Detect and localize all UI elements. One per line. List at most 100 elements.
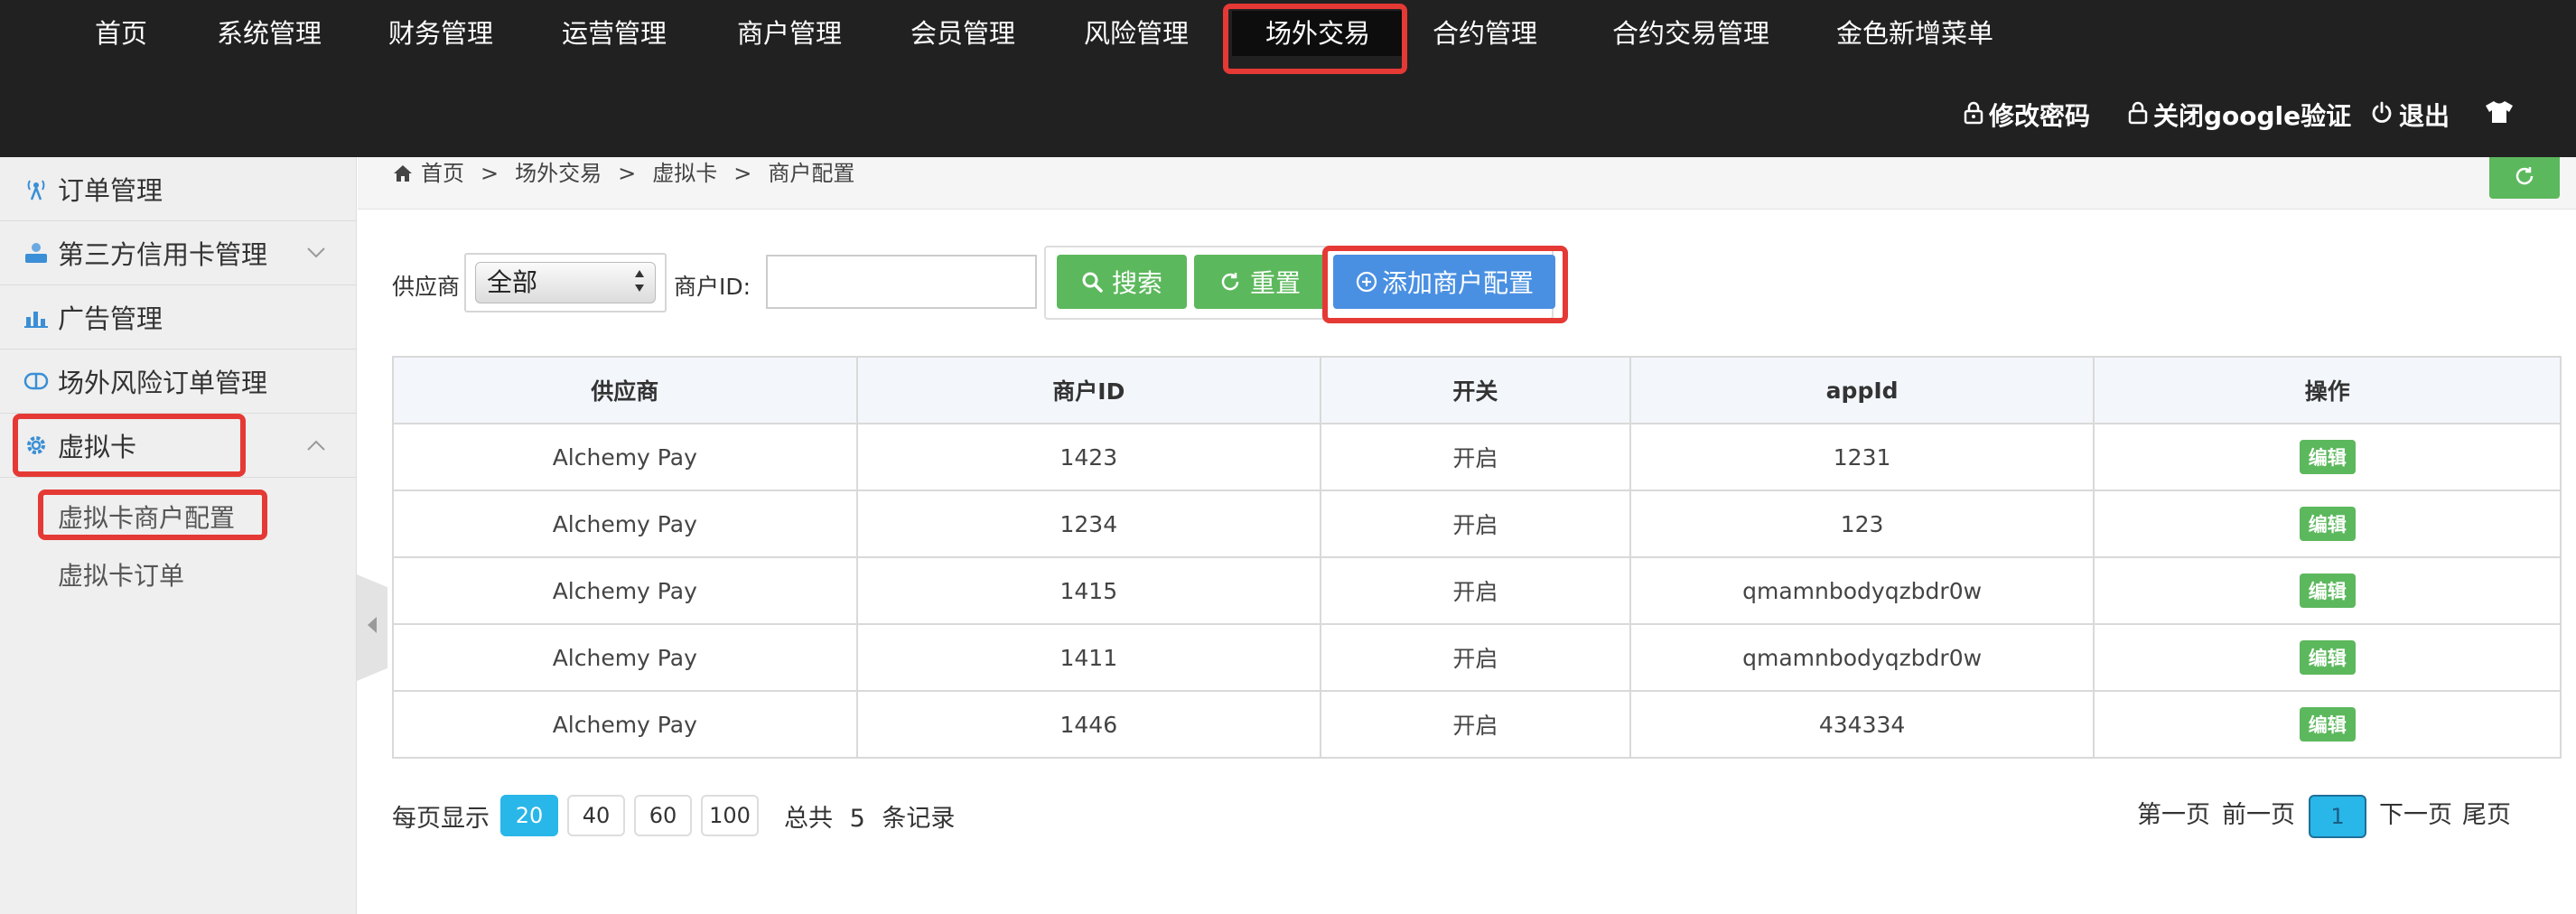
power-icon: [2370, 94, 2394, 139]
sidebar-item-label: 第三方信用卡管理: [58, 239, 268, 270]
sidebar-item-label: 场外风险订单管理: [58, 368, 268, 398]
chevron-down-icon: [306, 242, 326, 265]
per-page-option-20[interactable]: 20: [500, 795, 558, 836]
per-page-option-40[interactable]: 40: [567, 795, 625, 836]
sidebar-item-label: 订单管理: [58, 175, 163, 206]
cell-appid: qmamnbodyqzbdr0w: [1629, 623, 2095, 692]
table-header-row: 供应商 商户ID 开关 appId 操作: [392, 356, 2562, 424]
column-header-actions: 操作: [2093, 356, 2562, 424]
current-page[interactable]: 1: [2309, 795, 2366, 838]
add-merchant-config-button[interactable]: 添加商户配置: [1333, 255, 1555, 309]
menu-item-operation[interactable]: 运营管理: [556, 11, 672, 56]
menu-item-system[interactable]: 系统管理: [211, 11, 327, 56]
table-row: Alchemy Pay 1411 开启 qmamnbodyqzbdr0w 编辑: [392, 623, 2562, 692]
search-icon: [1081, 271, 1103, 293]
prev-page-link[interactable]: 前一页: [2222, 795, 2295, 836]
cell-appid: qmamnbodyqzbdr0w: [1629, 556, 2095, 625]
last-page-link[interactable]: 尾页: [2462, 795, 2511, 836]
updown-arrow-icon: [633, 263, 646, 304]
edit-button[interactable]: 编辑: [2299, 574, 2356, 608]
cell-supplier: Alchemy Pay: [392, 623, 858, 692]
add-button-label: 添加商户配置: [1381, 268, 1534, 298]
theme-button[interactable]: [2484, 94, 2520, 139]
cell-actions: 编辑: [2093, 423, 2562, 491]
breadcrumb-separator: >: [481, 161, 499, 186]
cell-merchant-id: 1234: [855, 490, 1322, 558]
plus-circle-icon: [1355, 270, 1378, 294]
supplier-select-wrapper: 全部: [464, 253, 667, 312]
menu-item-risk[interactable]: 风险管理: [1078, 11, 1194, 56]
menu-item-finance[interactable]: 财务管理: [383, 11, 499, 56]
edit-button[interactable]: 编辑: [2299, 707, 2356, 741]
sidebar-item-virtual-card[interactable]: 虚拟卡: [0, 414, 357, 478]
search-button-label: 搜索: [1111, 268, 1162, 298]
first-page-link[interactable]: 第一页: [2137, 795, 2210, 836]
cell-merchant-id: 1415: [855, 556, 1322, 625]
top-navbar: 首页 系统管理 财务管理 运营管理 商户管理 会员管理 风险管理 场外交易 合约…: [0, 0, 2576, 157]
change-password-link[interactable]: 修改密码: [1964, 94, 2090, 139]
edit-button[interactable]: 编辑: [2299, 640, 2356, 675]
menu-item-merchant[interactable]: 商户管理: [732, 11, 847, 56]
refresh-button[interactable]: [2489, 157, 2560, 199]
sidebar: 订单管理 第三方信用卡管理 广告管理 场外风险订单管理 虚拟卡 虚拟卡商户配置 …: [0, 157, 357, 914]
total-suffix: 条记录: [882, 805, 956, 833]
cell-actions: 编辑: [2093, 623, 2562, 692]
card-stack-icon: [23, 240, 49, 266]
supplier-select-value: 全部: [487, 267, 538, 297]
table-row: Alchemy Pay 1234 开启 123 编辑: [392, 490, 2562, 558]
cell-switch: 开启: [1320, 690, 1631, 759]
breadcrumb-bar: 首页 > 场外交易 > 虚拟卡 > 商户配置: [358, 157, 2576, 210]
cell-actions: 编辑: [2093, 490, 2562, 558]
edit-button[interactable]: 编辑: [2299, 440, 2356, 474]
breadcrumb-home[interactable]: 首页: [421, 157, 464, 190]
edit-button[interactable]: 编辑: [2299, 507, 2356, 541]
home-icon: [392, 163, 414, 183]
cell-supplier: Alchemy Pay: [392, 556, 858, 625]
sidebar-sub-virtual-card-orders[interactable]: 虚拟卡订单: [58, 556, 184, 592]
chevron-left-icon: [366, 614, 378, 641]
column-header-appid: appId: [1629, 356, 2095, 424]
cell-actions: 编辑: [2093, 556, 2562, 625]
menu-item-contract-trade[interactable]: 合约交易管理: [1604, 11, 1778, 56]
menu-item-home[interactable]: 首页: [76, 11, 166, 56]
column-header-merchant-id: 商户ID: [855, 356, 1322, 424]
sidebar-item-otc-risk-orders[interactable]: 场外风险订单管理: [0, 350, 357, 414]
sidebar-item-label: 虚拟卡: [58, 432, 137, 462]
merchant-config-table: 供应商 商户ID 开关 appId 操作 Alchemy Pay 1423 开启…: [392, 356, 2562, 759]
menu-item-member[interactable]: 会员管理: [905, 11, 1021, 56]
search-button[interactable]: 搜索: [1057, 255, 1187, 309]
menu-item-contract[interactable]: 合约管理: [1427, 11, 1543, 56]
cell-actions: 编辑: [2093, 690, 2562, 759]
breadcrumb-current: 商户配置: [768, 161, 855, 186]
logout-link[interactable]: 退出: [2370, 94, 2450, 139]
sidebar-collapse-toggle[interactable]: [357, 574, 387, 681]
per-page-option-60[interactable]: 60: [634, 795, 692, 836]
menu-item-otc[interactable]: 场外交易: [1232, 11, 1404, 56]
sidebar-item-ads[interactable]: 广告管理: [0, 285, 357, 350]
cell-switch: 开启: [1320, 623, 1631, 692]
sidebar-item-third-party-card[interactable]: 第三方信用卡管理: [0, 221, 357, 285]
antenna-icon: [23, 176, 49, 201]
column-header-supplier: 供应商: [392, 356, 858, 424]
menu-item-gold-new[interactable]: 金色新增菜单: [1828, 11, 2002, 56]
sidebar-sub-virtual-card-merchant-config[interactable]: 虚拟卡商户配置: [58, 499, 235, 535]
gear-icon: [23, 433, 49, 458]
supplier-select[interactable]: 全部: [475, 262, 656, 303]
merchant-id-input[interactable]: [766, 255, 1037, 309]
cell-switch: 开启: [1320, 490, 1631, 558]
reset-button[interactable]: 重置: [1194, 255, 1326, 309]
per-page-label: 每页显示: [392, 805, 490, 833]
close-google-link[interactable]: 关闭google验证: [2128, 94, 2351, 139]
total-records: 总共 5 条记录: [784, 798, 955, 834]
cell-merchant-id: 1423: [855, 423, 1322, 491]
breadcrumb-otc[interactable]: 场外交易: [515, 157, 602, 190]
next-page-link[interactable]: 下一页: [2379, 795, 2452, 836]
cell-appid: 123: [1629, 490, 2095, 558]
logout-label: 退出: [2399, 101, 2450, 131]
cell-supplier: Alchemy Pay: [392, 490, 858, 558]
per-page-option-100[interactable]: 100: [701, 795, 759, 836]
breadcrumb-separator: >: [733, 161, 752, 186]
breadcrumb-virtual-card[interactable]: 虚拟卡: [652, 157, 717, 190]
lock-icon: [1964, 94, 1983, 139]
sidebar-item-orders[interactable]: 订单管理: [0, 157, 357, 221]
